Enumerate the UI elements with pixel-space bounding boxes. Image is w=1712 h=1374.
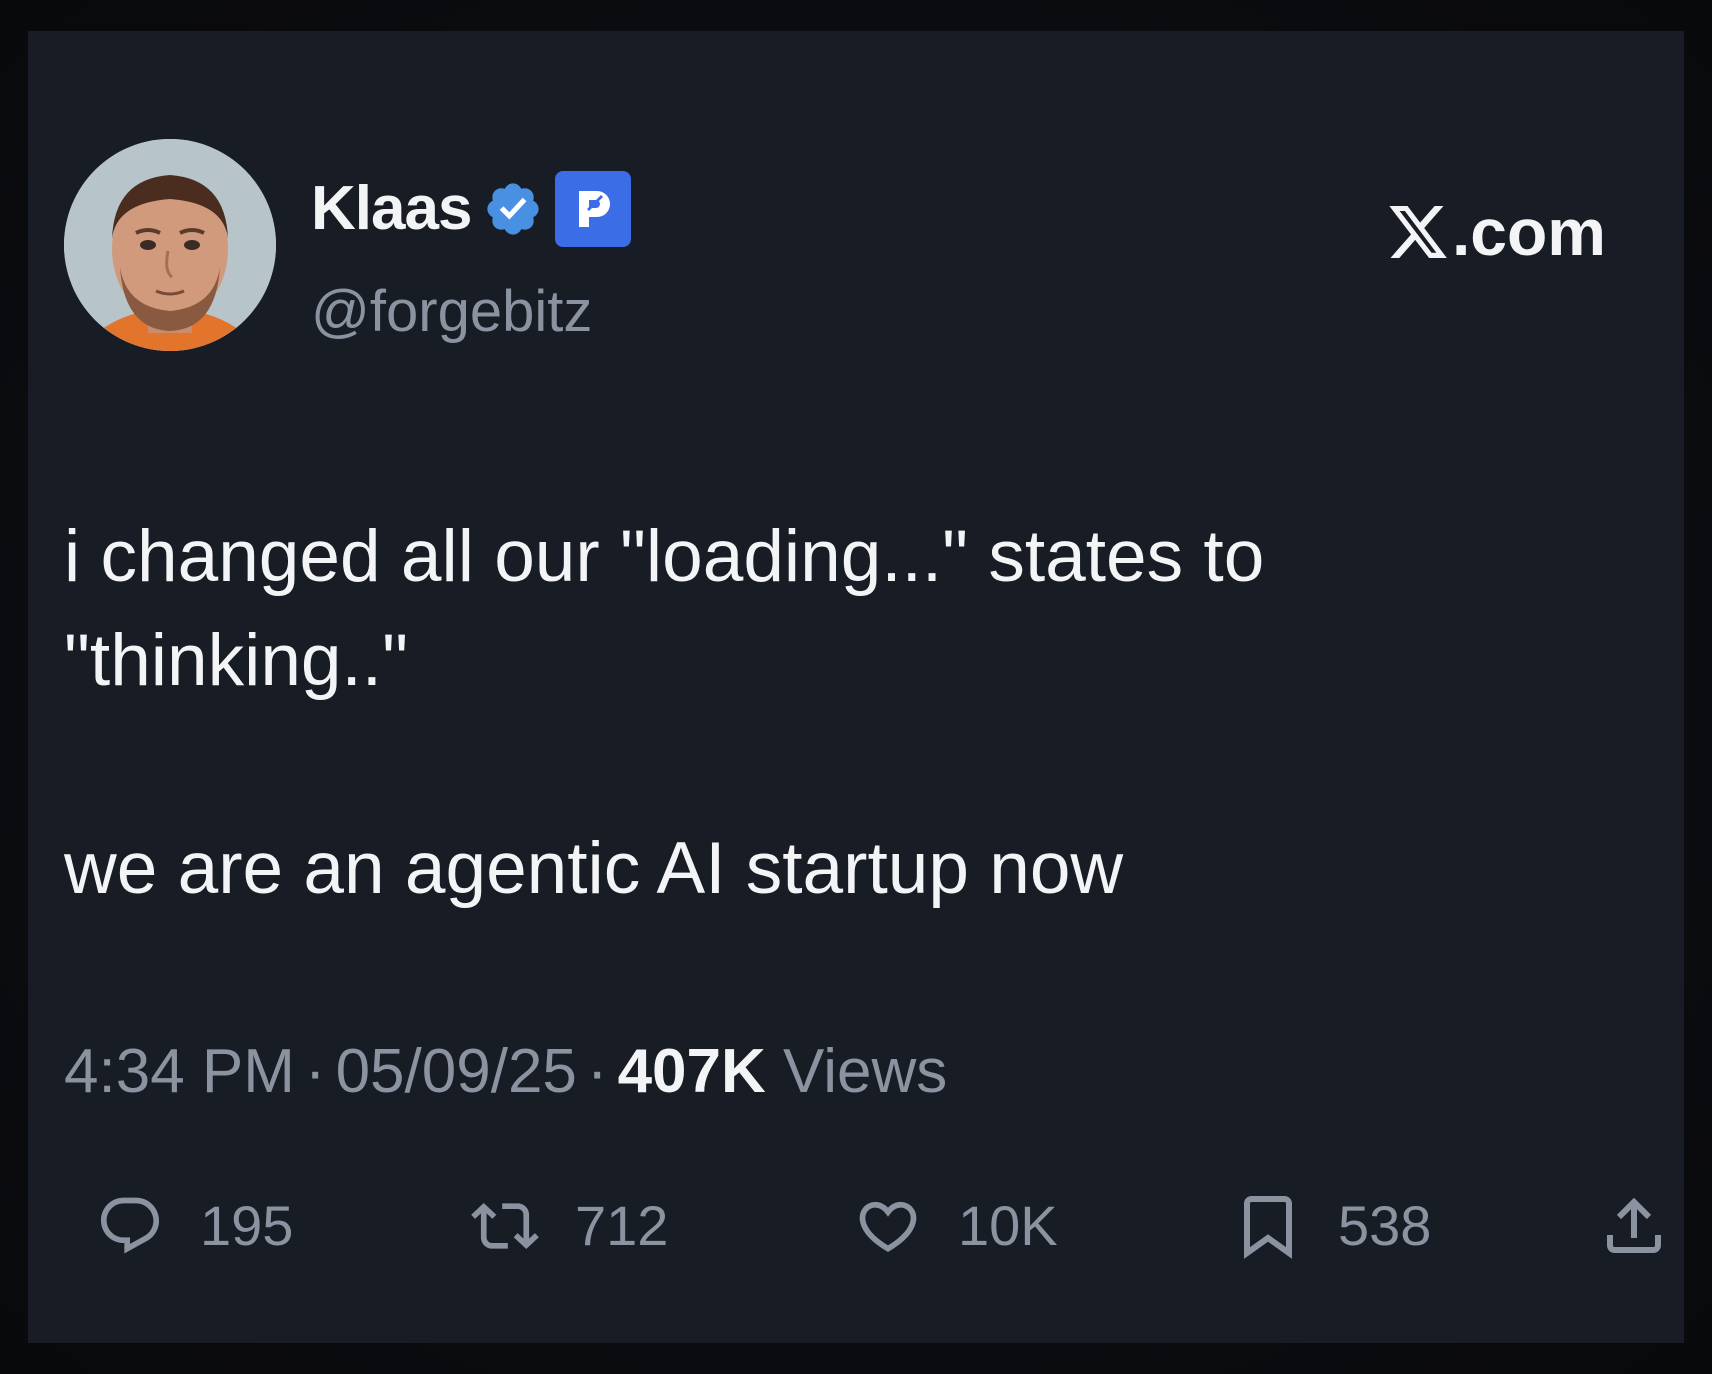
site-label: .com: [1451, 195, 1606, 269]
meta-separator: ·: [304, 1037, 326, 1106]
tweet-date[interactable]: 05/09/25: [336, 1037, 577, 1106]
like-button[interactable]: 10K: [852, 1191, 1058, 1261]
bookmark-icon: [1244, 1196, 1292, 1259]
heart-icon: [859, 1201, 917, 1252]
retweet-icon: [471, 1202, 539, 1250]
x-logo-icon: [1389, 206, 1447, 258]
action-bar: 195 712 10K 538: [64, 1191, 1664, 1261]
author-name-row: Klaas: [311, 169, 632, 249]
retweet-button[interactable]: 712: [469, 1191, 668, 1261]
tweet-line: i changed all our "loading..." states to: [64, 516, 1265, 597]
retweet-count: 712: [575, 1194, 669, 1257]
avatar[interactable]: [64, 139, 276, 351]
tweet-meta: 4:34 PM · 05/09/25 · 407K Views: [64, 1041, 947, 1103]
author-name[interactable]: Klaas: [311, 178, 472, 240]
brand-badge-icon[interactable]: [555, 171, 632, 247]
brand-logo-icon: [579, 191, 611, 227]
screenshot-frame: Klaas @forgebitz .com i changed all our …: [0, 0, 1712, 1374]
bookmark-count: 538: [1338, 1194, 1432, 1257]
like-count: 10K: [958, 1194, 1058, 1257]
tweet-time[interactable]: 4:34 PM: [64, 1037, 295, 1106]
reply-button[interactable]: 195: [94, 1191, 293, 1261]
avatar-portrait: [64, 139, 276, 351]
meta-separator: ·: [586, 1037, 608, 1106]
tweet-line: we are an agentic AI startup now: [64, 828, 1124, 909]
share-button[interactable]: [1598, 1191, 1670, 1261]
tweet-line: "thinking..": [64, 620, 409, 701]
reply-icon: [100, 1197, 160, 1254]
views-count[interactable]: 407K: [618, 1037, 766, 1106]
site-watermark: .com: [1386, 199, 1606, 265]
views-label: Views: [783, 1037, 948, 1106]
share-icon: [1607, 1197, 1661, 1253]
bookmark-button[interactable]: 538: [1232, 1191, 1431, 1261]
tweet-card: Klaas @forgebitz .com i changed all our …: [28, 31, 1684, 1343]
author-handle[interactable]: @forgebitz: [311, 283, 592, 341]
tweet-text: i changed all our "loading..." states to…: [64, 505, 1624, 921]
verified-badge-icon[interactable]: [483, 179, 543, 239]
reply-count: 195: [200, 1194, 294, 1257]
